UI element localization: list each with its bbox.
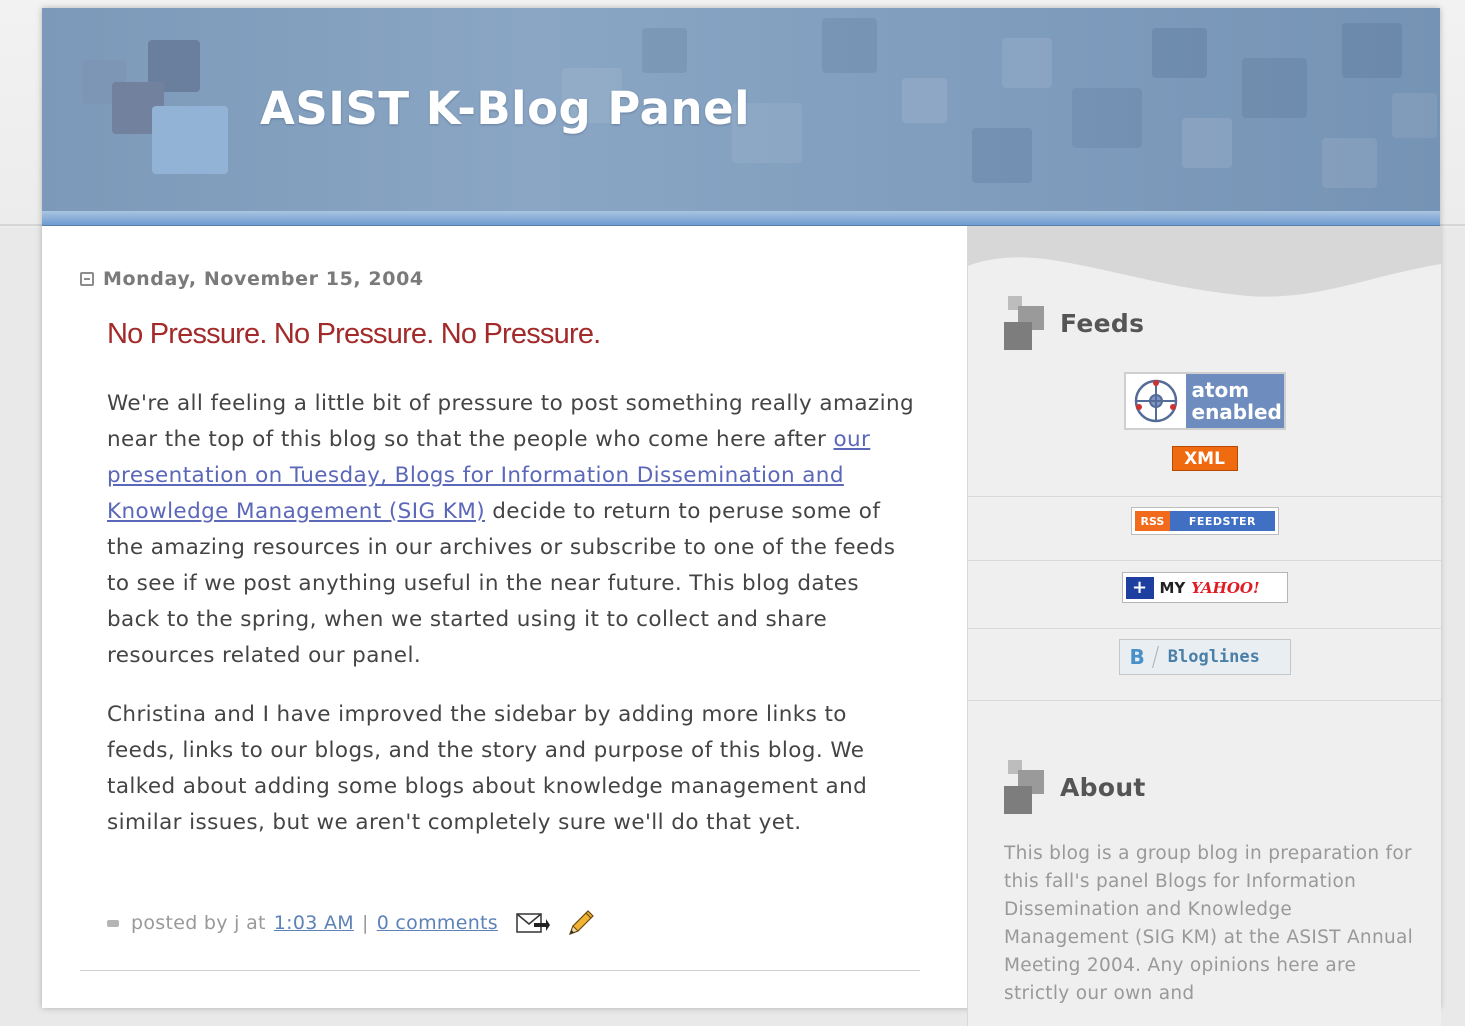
rss-label: RSS	[1134, 511, 1171, 531]
my-yahoo-button[interactable]: + MY YAHOO!	[1121, 572, 1288, 603]
email-post-icon[interactable]	[516, 912, 550, 934]
xml-feed-button[interactable]: XML	[1171, 446, 1238, 471]
feeds-title: Feeds	[1060, 308, 1145, 338]
feeds-heading: Feeds	[1004, 294, 1144, 352]
header-decor	[642, 28, 687, 73]
row-divider	[968, 628, 1441, 629]
post-date: Monday, November 15, 2004	[103, 268, 424, 290]
header-decor	[902, 78, 947, 123]
my-yahoo-row: + MY YAHOO!	[968, 572, 1441, 603]
post-divider	[80, 970, 920, 971]
row-divider	[968, 700, 1441, 701]
bloglines-row: B Bloglines	[968, 639, 1441, 675]
blog-header: ASIST K-Blog Panel	[42, 8, 1440, 211]
bloglines-b-icon: B	[1129, 645, 1145, 669]
collapse-icon[interactable]	[80, 272, 94, 286]
row-divider	[968, 496, 1441, 497]
bullet-icon	[107, 919, 119, 927]
section-icon	[1004, 294, 1046, 352]
header-decor	[1152, 28, 1207, 78]
footer-separator: |	[361, 912, 369, 934]
header-decor	[1072, 88, 1142, 148]
post-footer: posted by j at 1:03 AM | 0 comments	[107, 908, 596, 938]
post-text: decide to return to peruse some of the a…	[107, 499, 896, 668]
header-decor	[1182, 118, 1232, 168]
about-title: About	[1060, 772, 1146, 802]
blog-logo	[82, 40, 232, 180]
about-text: This blog is a group blog in preparation…	[1004, 843, 1414, 1004]
section-icon	[1004, 758, 1046, 816]
header-decor	[1342, 23, 1402, 78]
row-divider	[968, 560, 1441, 561]
atom-feed-row: atom enabled XML	[968, 372, 1441, 471]
sidebar: Feeds atom enabled XML RSS FEEDSTER + MY…	[967, 226, 1441, 1026]
header-stripe	[42, 211, 1440, 226]
header-decor	[1242, 58, 1307, 118]
header-decor	[972, 128, 1032, 183]
about-heading: About	[1004, 758, 1146, 816]
header-decor	[822, 18, 877, 73]
date-header: Monday, November 15, 2004	[80, 268, 424, 290]
bloglines-label: Bloglines	[1167, 647, 1260, 667]
my-label: MY	[1159, 578, 1186, 597]
posted-by: posted by j at	[131, 912, 266, 934]
post-title[interactable]: No Pressure. No Pressure. No Pressure.	[107, 318, 601, 351]
comments-link[interactable]: 0 comments	[377, 912, 498, 934]
pencil-icon[interactable]	[566, 908, 596, 938]
header-decor	[1002, 38, 1052, 88]
yahoo-label: YAHOO!	[1191, 578, 1260, 597]
atom-icon	[1125, 374, 1186, 428]
permalink-time[interactable]: 1:03 AM	[274, 912, 354, 934]
blog-title[interactable]: ASIST K-Blog Panel	[260, 82, 750, 135]
feedster-label: FEEDSTER	[1170, 511, 1275, 531]
header-decor	[1322, 138, 1377, 188]
header-decor	[1392, 93, 1437, 138]
bloglines-button[interactable]: B Bloglines	[1118, 639, 1291, 675]
post-text: We're all feeling a little bit of pressu…	[107, 391, 915, 452]
plus-icon: +	[1125, 576, 1154, 599]
atom-label: atom	[1191, 378, 1250, 402]
post-body: We're all feeling a little bit of pressu…	[107, 386, 917, 864]
feedster-button[interactable]: RSS FEEDSTER	[1130, 507, 1279, 535]
main-column: Monday, November 15, 2004 No Pressure. N…	[42, 226, 966, 1026]
blog-container: ASIST K-Blog Panel Monday, November 15, …	[42, 8, 1441, 1026]
post-paragraph: Christina and I have improved the sideba…	[107, 702, 868, 835]
enabled-label: enabled	[1191, 400, 1282, 424]
feedster-row: RSS FEEDSTER	[968, 507, 1441, 535]
atom-enabled-badge[interactable]: atom enabled	[1123, 372, 1286, 430]
post-paragraph: We're all feeling a little bit of pressu…	[107, 386, 917, 674]
